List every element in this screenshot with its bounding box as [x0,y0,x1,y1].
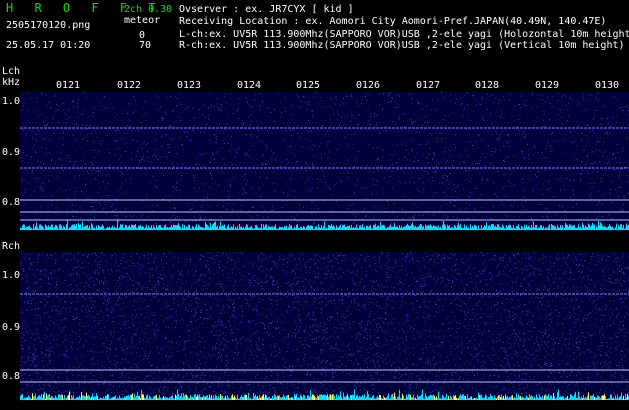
time-tick-0129: 0129 [535,80,560,91]
time-tick-0127: 0127 [416,80,441,91]
time-tick-0125: 0125 [296,80,321,91]
rch-label: Rch [2,241,21,252]
time-tick-0130: 0130 [595,80,620,91]
lch-waterfall [20,92,629,230]
rch-ytick-3: 0.8 [2,371,21,382]
time-tick-0126: 0126 [356,80,381,91]
lch-ytick-2: 0.9 [2,147,21,158]
location-line: Receiving Location : ex. Aomori City Aom… [179,16,607,27]
noise-dots [20,92,629,225]
lch-info-line: L-ch:ex. UV5R 113.900Mhz(SAPPORO VOR)USB… [179,29,629,40]
observer-line: Ovserver : ex. JR7CYX [ kid ] [179,4,354,15]
lch-ytick-3: 0.8 [2,197,21,208]
rch-info-line: R-ch:ex. UV5R 113.900Mhz(SAPPORO VOR)USB… [179,40,625,51]
noise-dots [20,252,629,395]
rch-ytick-2: 0.9 [2,322,21,333]
lch-label: Lch [2,66,21,77]
mode-label: 2ch 0.30 [124,4,173,15]
rch-waterfall [20,252,629,400]
lch-spectrogram [20,92,629,230]
rch-spectrogram [20,252,629,400]
activity-bars [20,219,629,230]
time-tick-0122: 0122 [117,80,142,91]
activity-bars [20,389,629,400]
time-tick-0124: 0124 [237,80,262,91]
event-label: meteor [124,15,161,26]
time-tick-0128: 0128 [475,80,500,91]
lch-ytick-1: 1.0 [2,96,21,107]
filename-label: 2505170120.png [6,20,91,31]
rch-ytick-1: 1.0 [2,270,21,281]
time-tick-0123: 0123 [177,80,202,91]
time-tick-0121: 0121 [56,80,81,91]
rch-count: 70 [139,40,152,51]
lch-unit: kHz [2,77,21,88]
datetime-label: 25.05.17 01:20 [6,40,91,51]
